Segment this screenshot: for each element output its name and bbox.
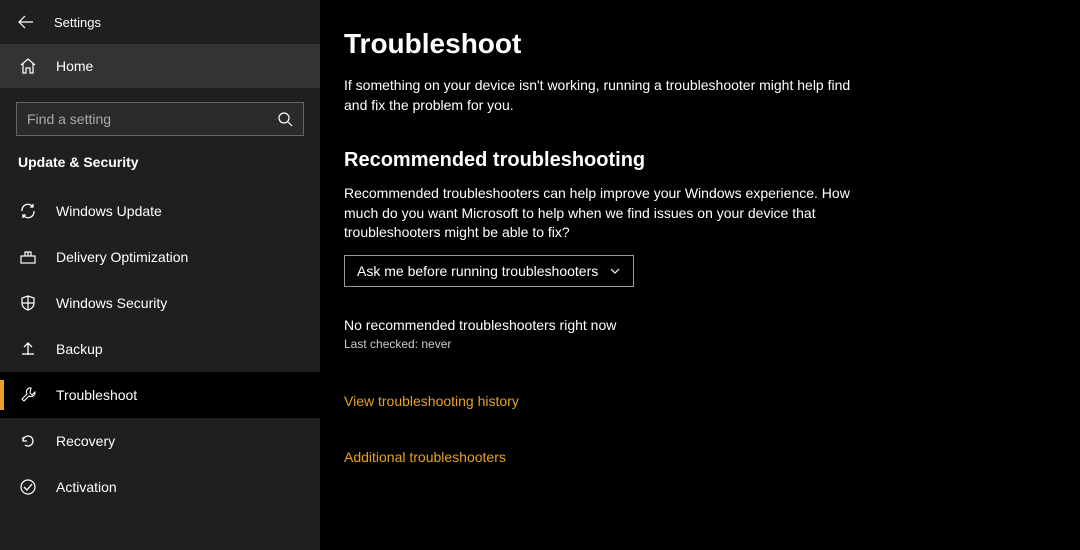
nav-label: Windows Update [56,203,162,219]
back-arrow-icon [18,14,34,30]
section-heading: Recommended troubleshooting [344,149,1080,172]
sidebar-item-home[interactable]: Home [0,44,320,88]
nav-label: Recovery [56,433,115,449]
nav-label: Activation [56,479,117,495]
recovery-icon [18,431,38,451]
backup-icon [18,339,38,359]
dropdown-value: Ask me before running troubleshooters [357,263,598,279]
back-button[interactable] [18,14,34,30]
nav-label: Windows Security [56,295,167,311]
home-label: Home [56,58,93,74]
sync-icon [18,201,38,221]
section-text: Recommended troubleshooters can help imp… [344,184,864,243]
nav-label: Troubleshoot [56,387,137,403]
search-icon [277,111,293,127]
chevron-down-icon [609,265,621,277]
sidebar-item-troubleshoot[interactable]: Troubleshoot [0,372,320,418]
app-title: Settings [54,15,101,30]
page-title: Troubleshoot [344,28,1080,60]
search-input[interactable]: Find a setting [16,102,304,136]
link-history[interactable]: View troubleshooting history [344,393,1080,409]
section-title: Update & Security [0,154,320,188]
last-checked-text: Last checked: never [344,337,1080,351]
sidebar-item-activation[interactable]: Activation [0,464,320,510]
nav-label: Backup [56,341,103,357]
search-placeholder: Find a setting [27,111,277,127]
troubleshoot-preference-dropdown[interactable]: Ask me before running troubleshooters [344,255,634,287]
intro-text: If something on your device isn't workin… [344,76,864,115]
shield-icon [18,293,38,313]
sidebar-item-windows-update[interactable]: Windows Update [0,188,320,234]
sidebar-item-windows-security[interactable]: Windows Security [0,280,320,326]
nav-label: Delivery Optimization [56,249,188,265]
sidebar-item-recovery[interactable]: Recovery [0,418,320,464]
activation-icon [18,477,38,497]
status-text: No recommended troubleshooters right now [344,317,1080,333]
sidebar-item-delivery-optimization[interactable]: Delivery Optimization [0,234,320,280]
sidebar-item-backup[interactable]: Backup [0,326,320,372]
header: Settings [0,0,320,44]
link-additional[interactable]: Additional troubleshooters [344,449,1080,465]
sidebar: Settings Home Find a setting Update & Se… [0,0,320,550]
nav-list: Windows Update Delivery Optimization Win… [0,188,320,510]
main-content: Troubleshoot If something on your device… [320,0,1080,550]
home-icon [18,56,38,76]
wrench-icon [18,385,38,405]
delivery-icon [18,247,38,267]
